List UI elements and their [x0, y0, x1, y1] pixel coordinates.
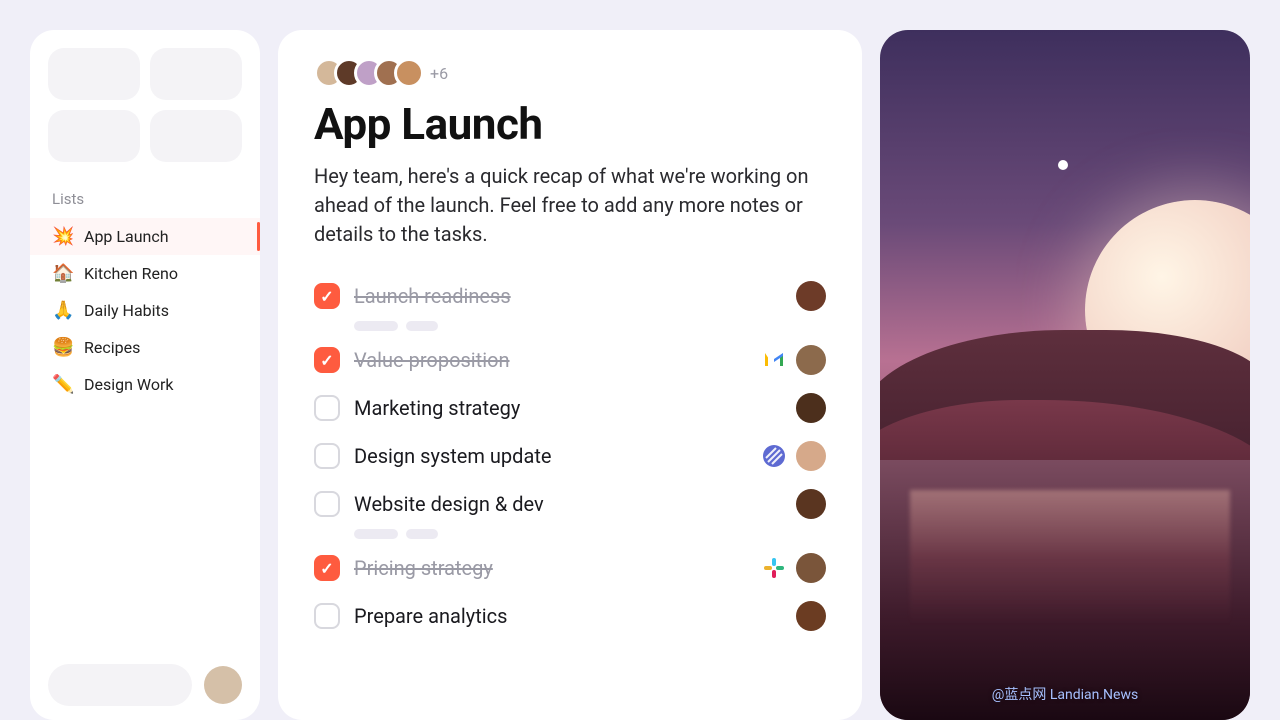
sidebar: Lists 💥 App Launch 🏠 Kitchen Reno 🙏 Daily Hab…: [30, 30, 260, 720]
task-label: Marketing strategy: [354, 396, 520, 420]
task-meta: [796, 601, 826, 631]
collaborator-avatar[interactable]: [394, 58, 424, 88]
page-intro: Hey team, here's a quick recap of what w…: [314, 162, 826, 249]
task-row[interactable]: Value proposition: [314, 337, 826, 383]
task-row[interactable]: Launch readiness: [314, 273, 826, 319]
task-label: Design system update: [354, 444, 551, 468]
list-item-emoji: 🏠: [52, 263, 72, 284]
assignee-avatar[interactable]: [796, 601, 826, 631]
image-credit: @蓝点网 Landian.News: [880, 684, 1250, 704]
list-item-emoji: 🙏: [52, 300, 72, 321]
list-item-label: Kitchen Reno: [84, 264, 178, 283]
task-meta: [796, 393, 826, 423]
assignee-avatar[interactable]: [796, 441, 826, 471]
task-row[interactable]: Design system update: [314, 433, 826, 479]
tile[interactable]: [150, 48, 242, 100]
task-checkbox[interactable]: [314, 491, 340, 517]
sidebar-tiles: [30, 48, 260, 162]
star-dot: [1058, 160, 1068, 170]
task-checkbox[interactable]: [314, 443, 340, 469]
task-meta: [796, 489, 826, 519]
list-item-label: Daily Habits: [84, 301, 169, 320]
task-meta: [796, 281, 826, 311]
sidebar-item-daily-habits[interactable]: 🙏 Daily Habits: [30, 292, 260, 329]
page-title: App Launch: [314, 98, 826, 150]
assignee-avatar[interactable]: [796, 393, 826, 423]
reflection: [910, 490, 1230, 660]
sidebar-item-kitchen-reno[interactable]: 🏠 Kitchen Reno: [30, 255, 260, 292]
current-user-avatar[interactable]: [204, 666, 242, 704]
collaborators-more-count: +6: [430, 64, 448, 83]
list-item-label: Design Work: [84, 375, 174, 394]
task-label: Launch readiness: [354, 284, 511, 308]
slack-icon: [762, 556, 786, 580]
sidebar-bottom: [30, 664, 260, 706]
task-subline-skeleton: [354, 321, 826, 331]
tile[interactable]: [150, 110, 242, 162]
task-checkbox[interactable]: [314, 283, 340, 309]
task-row[interactable]: Website design & dev: [314, 481, 826, 527]
list-item-label: App Launch: [84, 227, 169, 246]
gmail-icon: [762, 348, 786, 372]
task-label: Pricing strategy: [354, 556, 493, 580]
task-list: Launch readiness Value proposition Marketi…: [314, 273, 826, 639]
sidebar-action-pill[interactable]: [48, 664, 192, 706]
task-row[interactable]: Marketing strategy: [314, 385, 826, 431]
task-checkbox[interactable]: [314, 347, 340, 373]
list-item-emoji: ✏️: [52, 374, 72, 395]
task-meta: [762, 441, 826, 471]
list-item-label: Recipes: [84, 338, 140, 357]
task-label: Prepare analytics: [354, 604, 507, 628]
sidebar-item-design-work[interactable]: ✏️ Design Work: [30, 366, 260, 403]
lists-section-label: Lists: [30, 190, 260, 208]
task-label: Website design & dev: [354, 492, 544, 516]
linear-icon: [762, 444, 786, 468]
task-meta: [762, 553, 826, 583]
sidebar-item-recipes[interactable]: 🍔 Recipes: [30, 329, 260, 366]
collaborator-avatars[interactable]: +6: [314, 58, 826, 88]
task-checkbox[interactable]: [314, 603, 340, 629]
task-checkbox[interactable]: [314, 555, 340, 581]
list-item-emoji: 🍔: [52, 337, 72, 358]
task-row[interactable]: Prepare analytics: [314, 593, 826, 639]
tile[interactable]: [48, 110, 140, 162]
task-row[interactable]: Pricing strategy: [314, 545, 826, 591]
tile[interactable]: [48, 48, 140, 100]
assignee-avatar[interactable]: [796, 281, 826, 311]
task-meta: [762, 345, 826, 375]
list-items: 💥 App Launch 🏠 Kitchen Reno 🙏 Daily Habits 🍔 Re…: [30, 218, 260, 403]
task-label: Value proposition: [354, 348, 510, 372]
main-panel: +6 App Launch Hey team, here's a quick r…: [278, 30, 862, 720]
task-checkbox[interactable]: [314, 395, 340, 421]
assignee-avatar[interactable]: [796, 553, 826, 583]
sidebar-item-app-launch[interactable]: 💥 App Launch: [30, 218, 260, 255]
task-subline-skeleton: [354, 529, 826, 539]
list-item-emoji: 💥: [52, 226, 72, 247]
assignee-avatar[interactable]: [796, 489, 826, 519]
assignee-avatar[interactable]: [796, 345, 826, 375]
cover-image-panel: @蓝点网 Landian.News: [880, 30, 1250, 720]
